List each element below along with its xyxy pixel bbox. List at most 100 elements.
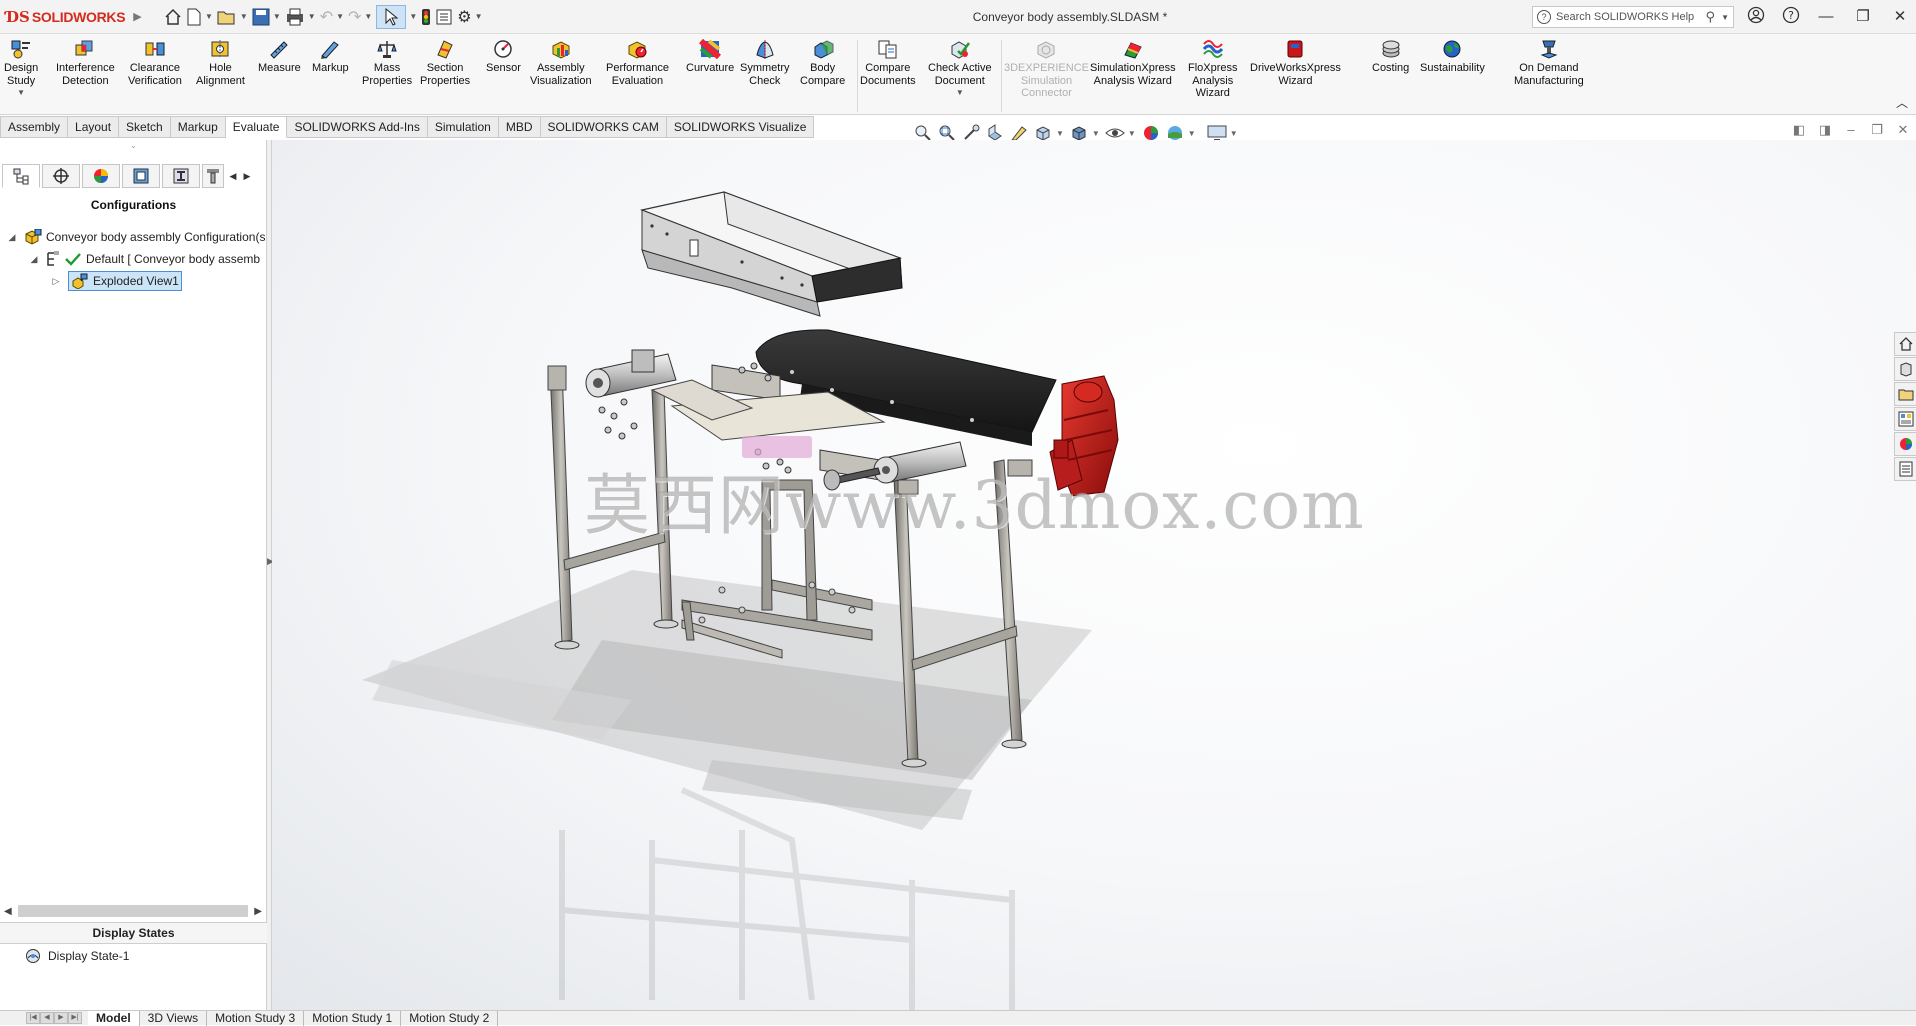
tab-markup[interactable]: Markup [170,116,226,138]
new-document-button[interactable]: ▼ [186,5,213,29]
view-orientation-dropdown-icon[interactable]: ▼ [1056,129,1064,138]
scene-dropdown-icon[interactable]: ▼ [1188,129,1196,138]
tab-mbd[interactable]: MBD [498,116,541,138]
section-properties-button[interactable]: Section Properties [420,38,470,87]
restore-window-icon[interactable]: ❐ [1851,6,1875,28]
floxpress-button[interactable]: FloXpress Analysis Wizard [1188,38,1238,100]
dimxpert-manager-tab-icon[interactable] [122,164,160,188]
interference-button[interactable]: Interference Detection [56,38,115,87]
tile-left-icon[interactable]: ◧ [1786,122,1812,138]
feature-manager-tab-icon[interactable] [2,164,40,188]
tile-right-icon[interactable]: ◨ [1812,122,1838,138]
select-dropdown-icon[interactable]: ▼ [406,5,417,29]
mass-properties-button[interactable]: Mass Properties [362,38,412,87]
symmetry-button[interactable]: Symmetry Check [740,38,790,87]
home-icon[interactable] [164,5,182,29]
tab-solidworks-cam[interactable]: SOLIDWORKS CAM [540,116,667,138]
3dexperience-button[interactable]: 3DEXPERIENCE Simulation Connector [1004,38,1089,100]
property-manager-tab-icon[interactable] [42,164,80,188]
appearances-scenes-icon[interactable] [1894,432,1916,456]
prev-tab-icon[interactable]: ◀ [40,1012,54,1024]
cam-tab-icon[interactable] [202,164,224,188]
viewport-minimize-icon[interactable]: – [1838,122,1864,138]
sustainability-button[interactable]: Sustainability [1420,38,1485,75]
measure-button[interactable]: Measure [258,38,301,75]
driveworks-button[interactable]: DriveWorksXpress Wizard [1250,38,1341,87]
tab-evaluate[interactable]: Evaluate [225,116,288,138]
display-manager-tab-icon[interactable] [162,164,200,188]
collapse-ribbon-icon[interactable]: ︿ [1896,94,1908,111]
tree-item-configurations[interactable]: ◢ Conveyor body assembly Configuration(s [6,228,265,246]
top-cover-part[interactable] [639,191,903,317]
panel-horizontal-scrollbar[interactable]: ◀ ▶ [4,904,262,918]
solidworks-resources-icon[interactable] [1894,332,1916,356]
check-document-button[interactable]: Check Active Document ▼ [928,38,992,100]
solidworks-logo[interactable]: ƊS SOLIDWORKS ▶ [0,0,142,34]
collapse-arrow-icon[interactable]: ◢ [6,232,18,243]
manufacturing-button[interactable]: On Demand Manufacturing [1514,38,1584,87]
simulationxpress-button[interactable]: SimulationXpress Analysis Wizard [1090,38,1176,87]
body-compare-button[interactable]: Body Compare [800,38,845,87]
clearance-button[interactable]: Clearance Verification [128,38,182,87]
hide-show-dropdown-icon[interactable]: ▼ [1128,129,1136,138]
curvature-button[interactable]: Curvature [686,38,734,75]
design-library-icon[interactable] [1894,357,1916,381]
tabs-scroll-right-icon[interactable]: ▶ [240,171,254,182]
tabs-scroll-left-icon[interactable]: ◀ [226,171,240,182]
tab-solidworks-visualize[interactable]: SOLIDWORKS Visualize [666,116,815,138]
open-button[interactable]: ▼ [217,5,248,29]
performance-button[interactable]: Performance Evaluation [606,38,669,87]
sensor-button[interactable]: Sensor [486,38,521,75]
bottom-tab-motion-study-2[interactable]: Motion Study 2 [401,1010,499,1026]
tab-simulation[interactable]: Simulation [427,116,499,138]
scroll-right-icon[interactable]: ▶ [254,906,262,917]
collapse-arrow-icon[interactable]: ◢ [28,254,40,265]
bottom-tab-model[interactable]: Model [88,1010,140,1026]
assembly-visualization-button[interactable]: Assembly Visualization [530,38,592,87]
tab-assembly[interactable]: Assembly [0,116,69,138]
markup-button[interactable]: Markup [312,38,349,75]
close-window-icon[interactable]: ✕ [1888,6,1912,28]
expand-arrow-icon[interactable]: ▷ [50,276,62,287]
hole-alignment-button[interactable]: Hole Alignment [196,38,245,87]
tree-item-default-config[interactable]: ◢ Default [ Conveyor body assemb [28,250,260,268]
minimize-window-icon[interactable]: — [1814,6,1838,28]
bottom-tab-motion-study-3[interactable]: Motion Study 3 [207,1010,305,1026]
menu-expand-icon[interactable]: ▶ [133,10,141,23]
costing-button[interactable]: Costing [1372,38,1409,75]
file-explorer-icon[interactable] [1894,382,1916,406]
scrollbar-thumb[interactable] [17,905,249,917]
rebuild-icon[interactable] [421,5,431,29]
bottom-tab-motion-study-1[interactable]: Motion Study 1 [304,1010,402,1026]
custom-properties-icon[interactable] [1894,457,1916,481]
print-button[interactable]: ▼ [285,5,316,29]
tab-sketch[interactable]: Sketch [119,116,171,138]
options-gear-icon[interactable]: ⚙ ▼ [457,5,482,29]
graphics-area[interactable]: 莫西网www.3dmox.com [272,140,1916,1010]
search-icon[interactable]: ⚲ [1706,9,1716,25]
tab-layout[interactable]: Layout [68,116,120,138]
command-dropdown-icon[interactable]: ▼ [956,87,964,100]
panel-grip[interactable]: ⌄ [0,140,267,160]
display-state-item[interactable]: Display State-1 [24,948,129,964]
display-style-dropdown-icon[interactable]: ▼ [1092,129,1100,138]
command-dropdown-icon[interactable]: ▼ [17,87,25,100]
selected-item[interactable]: Exploded View1 [68,271,182,291]
undo-button[interactable]: ↶ ▼ [320,5,344,29]
first-tab-icon[interactable]: |◀ [26,1012,40,1024]
search-dropdown-icon[interactable]: ▼ [1721,13,1729,22]
user-account-icon[interactable] [1744,6,1768,28]
next-tab-icon[interactable]: ▶ [54,1012,68,1024]
view-palette-icon[interactable] [1894,407,1916,431]
design-study-button[interactable]: Design Study ▼ [4,38,38,100]
viewport-restore-icon[interactable]: ❐ [1864,122,1890,138]
conveyor-assembly-model[interactable] [272,140,1916,1010]
save-button[interactable]: ▼ [252,5,281,29]
tree-item-exploded-view[interactable]: ▷ Exploded View1 [50,271,182,291]
tab-solidworks-add-ins[interactable]: SOLIDWORKS Add-Ins [287,116,428,138]
bottom-tab-3d-views[interactable]: 3D Views [140,1010,208,1026]
configuration-manager-tab-icon[interactable] [82,164,120,188]
scroll-left-icon[interactable]: ◀ [4,906,12,917]
help-icon[interactable]: ? [1779,6,1803,28]
last-tab-icon[interactable]: ▶| [68,1012,82,1024]
